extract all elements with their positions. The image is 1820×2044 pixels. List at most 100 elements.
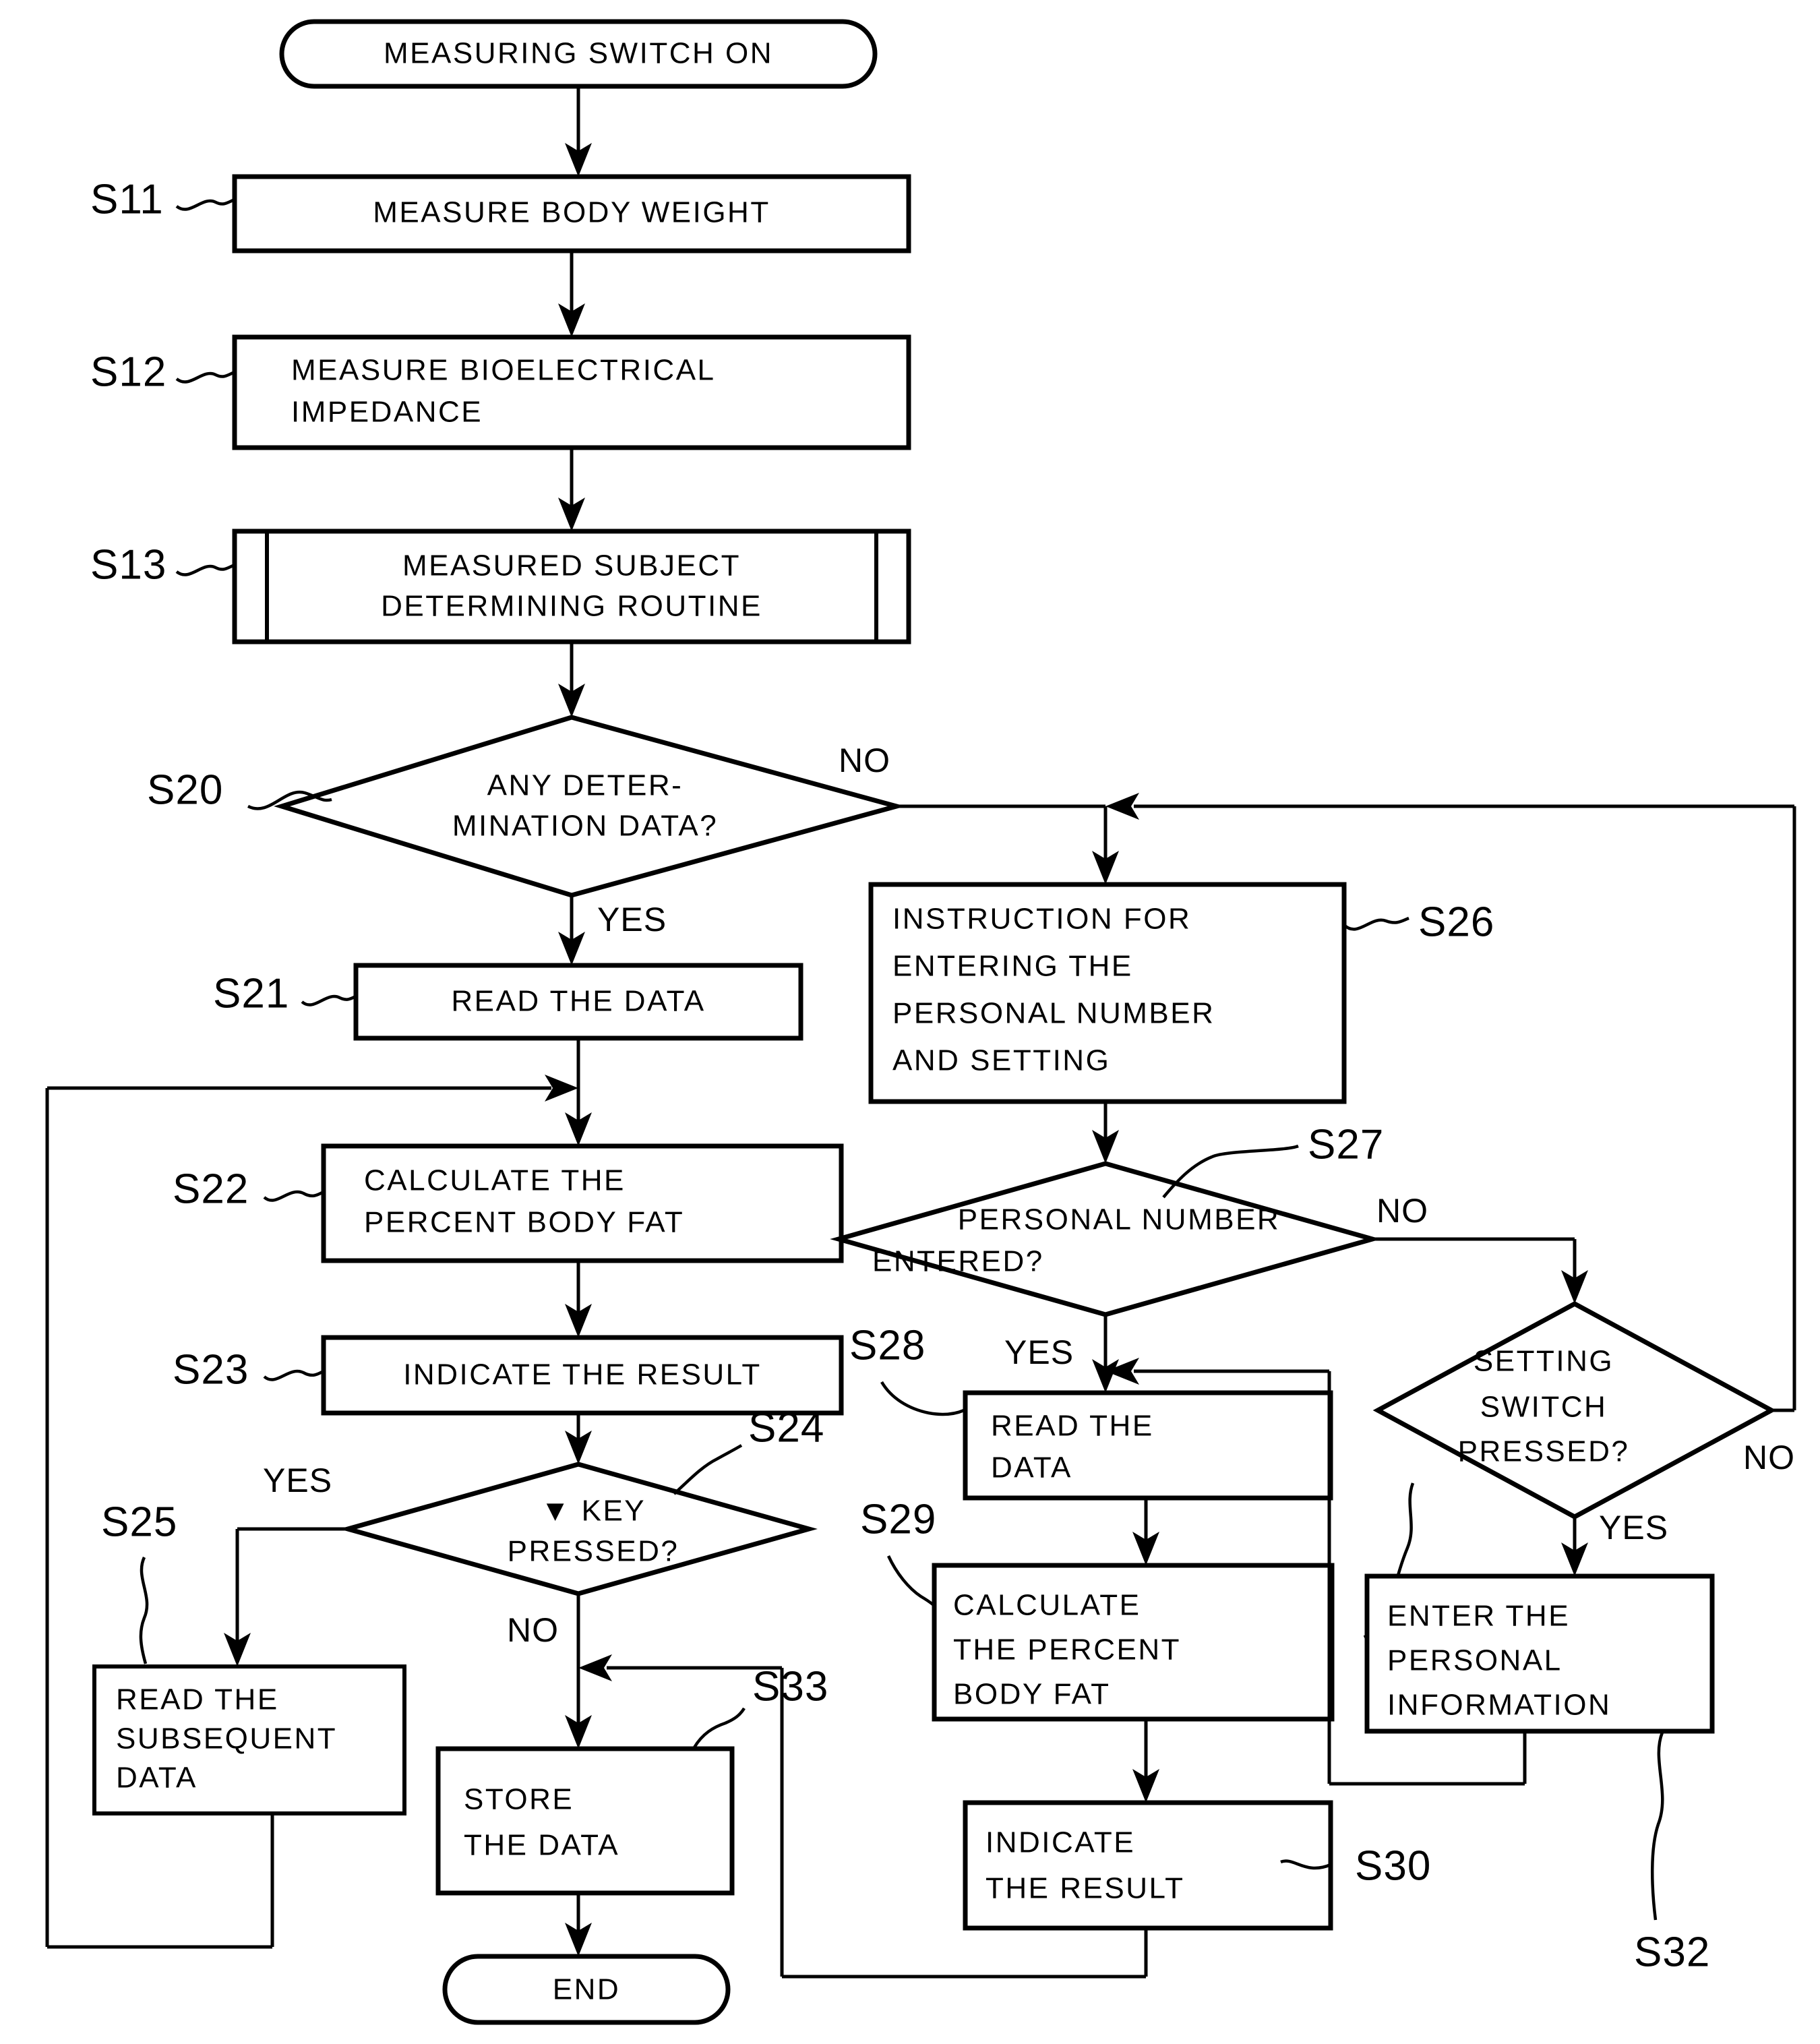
connector-s22-to-s23 [565,1261,592,1337]
step-label-s28: S28 [849,1322,926,1369]
s28-line-1: READ THE [991,1410,1154,1443]
s12-line-1: MEASURE BIOELECTRICAL [291,354,716,387]
s29-line-2: THE PERCENT [953,1633,1181,1666]
connector-s33-to-end [565,1893,592,1956]
step-label-s21-group: S21 [213,970,357,1017]
connector-s27-no: NO [1372,1192,1588,1304]
connector-s28-to-s29 [1132,1498,1159,1565]
connector-s26-to-s27 [1092,1102,1119,1164]
step-label-s30: S30 [1355,1842,1431,1889]
node-s12: MEASURE BIOELECTRICAL IMPEDANCE [232,334,911,450]
s26-line-3: PERSONAL NUMBER [892,997,1215,1030]
step-label-s32: S32 [1634,1929,1710,1975]
connector-s13-to-s20 [558,642,585,717]
s27-line-2: ENTERED? [872,1245,1044,1278]
s29-line-3: BODY FAT [953,1678,1111,1711]
branch-label-s20-no: NO [839,742,890,779]
s20-line-2: MINATION DATA? [452,810,718,843]
s23-line-1: INDICATE THE RESULT [403,1358,762,1391]
node-s32: ENTER THE PERSONAL INFORMATION [1364,1573,1715,1734]
start-label: MEASURING SWITCH ON [384,37,773,70]
s12-line-2: IMPEDANCE [291,396,483,429]
s13-line-2: DETERMINING ROUTINE [381,590,762,623]
step-label-s25: S25 [101,1499,177,1545]
branch-label-s27-yes: YES [1004,1333,1074,1371]
node-s27: PERSONAL NUMBER ENTERED? [830,1161,1381,1317]
node-s25: READ THE SUBSEQUENT DATA [92,1664,406,1815]
step-label-s27: S27 [1308,1121,1384,1168]
s26-line-4: AND SETTING [892,1044,1110,1077]
s27-diamond-shape [830,1161,1381,1317]
connector-s23-to-s24 [565,1413,592,1464]
step-label-s26-group: S26 [1343,899,1494,945]
step-label-s33: S33 [752,1663,828,1710]
s31-line-3: PRESSED? [1458,1435,1630,1468]
step-label-s11-group: S11 [90,176,235,222]
connector-start-to-s11 [565,86,592,177]
s13-box-shape [232,529,911,644]
connector-s11-to-s12 [558,251,585,337]
s21-line-1: READ THE DATA [451,985,705,1018]
step-label-s13: S13 [90,541,166,588]
step-label-s25-group: S25 [101,1499,177,1664]
s24-line-2: PRESSED? [508,1535,679,1568]
s32-line-1: ENTER THE [1387,1600,1570,1633]
connector-s29-to-s30 [1132,1719,1159,1803]
step-label-s33-group: S33 [693,1663,828,1749]
s24-line-1: ▼ KEY [541,1495,646,1528]
connector-s21-to-s22 [565,1038,592,1146]
step-label-s27-group: S27 [1162,1121,1384,1199]
connector-s27-yes: YES [1004,1315,1119,1393]
connector-s31-yes: YES [1561,1509,1668,1576]
step-label-s21: S21 [213,970,289,1017]
connector-s20-yes: YES [558,895,667,965]
s30-box-shape [963,1800,1333,1931]
s20-diamond-shape [274,715,906,898]
connector-s12-to-s13 [558,448,585,531]
s13-line-1: MEASURED SUBJECT [402,549,741,582]
step-label-s29: S29 [860,1496,936,1542]
node-s20: ANY DETER- MINATION DATA? [274,715,906,898]
s30-line-1: INDICATE [985,1826,1135,1859]
node-start: MEASURING SWITCH ON [279,19,878,89]
node-end: END [442,1954,731,2025]
s26-line-1: INSTRUCTION FOR [892,903,1191,936]
s30-line-2: THE RESULT [985,1872,1185,1905]
s24-diamond-shape [339,1462,818,1596]
branch-label-s20-yes: YES [597,901,667,938]
step-label-s32-group: S32 [1634,1732,1710,1975]
s31-line-1: SETTING [1474,1345,1614,1378]
flowchart-canvas: MEASURING SWITCH ON MEASURE BODY WEIGHT … [0,0,1820,2044]
step-label-s12: S12 [90,349,166,395]
s32-line-3: INFORMATION [1387,1689,1611,1722]
s11-line-1: MEASURE BODY WEIGHT [373,196,770,229]
node-s22: CALCULATE THE PERCENT BODY FAT [321,1143,844,1263]
branch-label-s24-no: NO [507,1611,559,1649]
node-s21: READ THE DATA [353,963,803,1041]
step-label-s22: S22 [173,1166,249,1212]
node-s11: MEASURE BODY WEIGHT [232,174,911,253]
s25-line-3: DATA [116,1762,198,1795]
node-s13: MEASURED SUBJECT DETERMINING ROUTINE [232,529,911,644]
s31-line-2: SWITCH [1480,1391,1608,1424]
s27-line-1: PERSONAL NUMBER [958,1203,1280,1236]
step-label-s22-group: S22 [173,1166,325,1212]
node-s24: ▼ KEY PRESSED? [339,1462,818,1596]
s33-box-shape [435,1746,735,1896]
s22-line-2: PERCENT BODY FAT [364,1206,684,1239]
step-label-s26: S26 [1418,899,1494,945]
s33-line-1: STORE [464,1783,574,1816]
s26-line-2: ENTERING THE [892,950,1133,983]
step-label-s11: S11 [90,176,164,222]
s32-line-2: PERSONAL [1387,1644,1563,1677]
node-s31: SETTING SWITCH PRESSED? [1372,1301,1777,1520]
node-s23: INDICATE THE RESULT [321,1335,844,1416]
step-label-s28-group: S28 [849,1322,965,1416]
step-label-s12-group: S12 [90,349,235,395]
connector-s20-no: NO [839,742,1119,884]
s25-line-2: SUBSEQUENT [116,1722,337,1755]
flowchart-svg: MEASURING SWITCH ON MEASURE BODY WEIGHT … [45,19,1796,2025]
s22-box-shape [321,1143,844,1263]
step-label-s20: S20 [147,766,223,813]
node-s30: INDICATE THE RESULT [963,1800,1333,1931]
